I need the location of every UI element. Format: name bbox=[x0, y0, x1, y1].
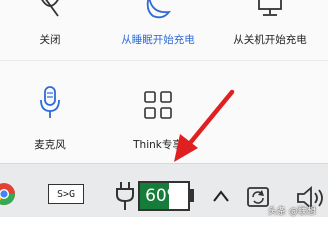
chevron-up-icon[interactable] bbox=[212, 188, 230, 207]
battery-icon[interactable]: 60% bbox=[138, 181, 190, 211]
shortcut-sg-label: S>G bbox=[56, 188, 76, 200]
chrome-icon[interactable] bbox=[0, 180, 16, 212]
battery-tip bbox=[190, 189, 194, 202]
sync-icon[interactable] bbox=[246, 184, 270, 214]
battery-percent-text: 60% bbox=[145, 186, 183, 206]
plug-icon bbox=[114, 181, 136, 215]
watermark-text: 头条 @联想 bbox=[268, 207, 316, 217]
shortcut-sg-button[interactable]: S>G bbox=[48, 184, 84, 204]
